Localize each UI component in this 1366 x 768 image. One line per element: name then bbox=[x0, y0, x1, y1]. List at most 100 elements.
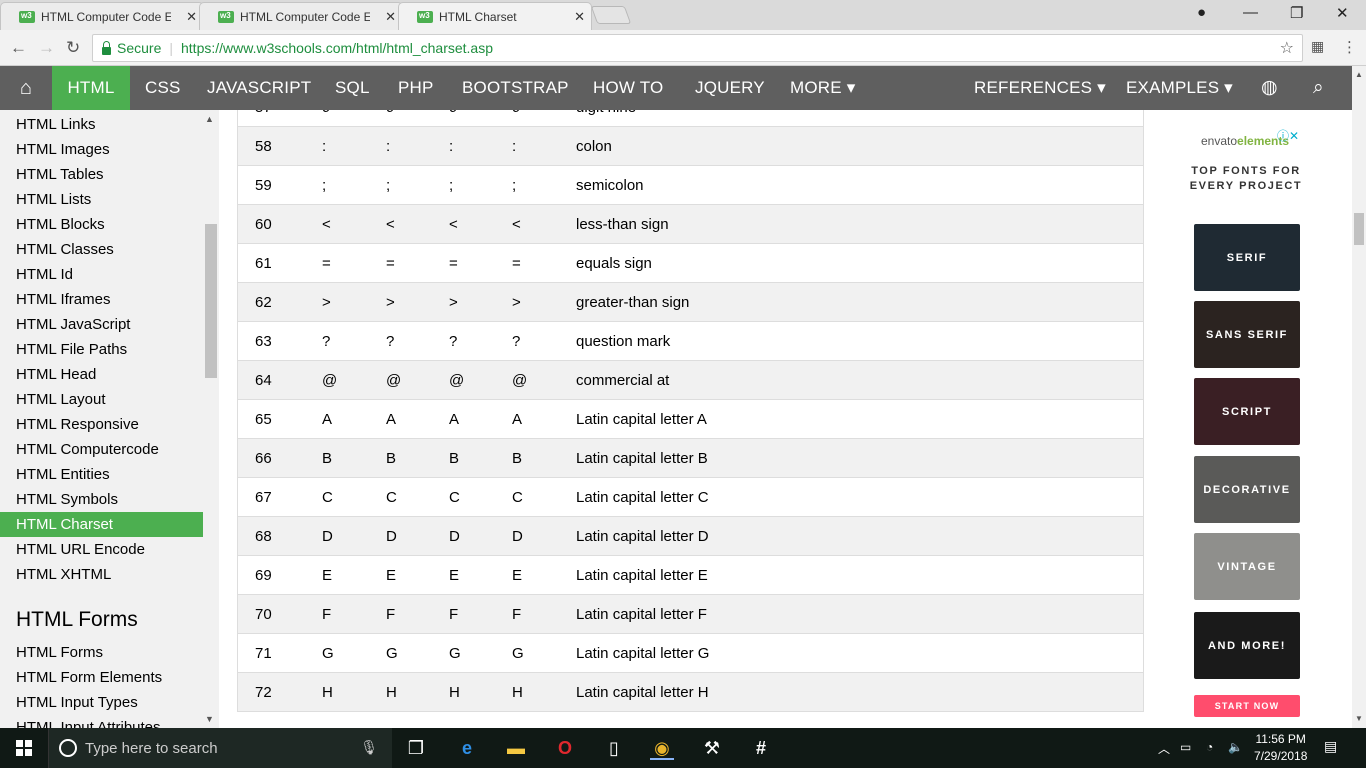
table-cell: = bbox=[322, 255, 331, 272]
sidebar-item[interactable]: HTML Classes bbox=[0, 237, 203, 262]
sidebar-item[interactable]: HTML Layout bbox=[0, 387, 203, 412]
ad-info-icon[interactable]: ⓘ✕ bbox=[1277, 127, 1299, 144]
ad-font-tile[interactable]: SCRIPT bbox=[1194, 378, 1300, 445]
microphone-icon[interactable]: 🎙 bbox=[360, 739, 378, 756]
nav-sql[interactable]: SQL bbox=[335, 66, 370, 110]
bookmark-star-icon[interactable]: ☆ bbox=[1280, 38, 1294, 58]
sidebar-heading: HTML Forms bbox=[16, 608, 138, 631]
nav-javascript[interactable]: JAVASCRIPT bbox=[207, 66, 311, 110]
home-icon[interactable]: ⌂ bbox=[0, 66, 52, 110]
browser-tab[interactable]: HTML Computer Code Ele ✕ bbox=[199, 2, 403, 30]
sidebar-item[interactable]: HTML URL Encode bbox=[0, 537, 203, 562]
windows-start-icon[interactable] bbox=[16, 740, 33, 756]
table-cell: 70 bbox=[255, 606, 272, 623]
table-cell: E bbox=[449, 567, 460, 584]
table-cell: : bbox=[386, 138, 391, 155]
table-cell: 63 bbox=[255, 333, 272, 350]
globe-icon[interactable]: ◍ bbox=[1261, 66, 1278, 110]
url-field[interactable]: Secure | https://www.w3schools.com/html/… bbox=[92, 34, 1303, 62]
maximize-icon[interactable]: ❐ bbox=[1290, 4, 1303, 22]
battery-icon[interactable]: ▭ bbox=[1180, 740, 1191, 754]
sidebar-item[interactable]: HTML JavaScript bbox=[0, 312, 203, 337]
chevron-up-icon[interactable]: ︿ bbox=[1158, 740, 1170, 757]
forward-arrow-icon[interactable]: → bbox=[38, 38, 55, 58]
opera-icon[interactable]: O bbox=[553, 736, 577, 760]
sidebar-item[interactable]: HTML Id bbox=[0, 262, 203, 287]
tools-icon[interactable]: ⚒ bbox=[700, 736, 724, 760]
scroll-down-icon[interactable]: ▼ bbox=[205, 714, 214, 724]
ad-font-tile[interactable]: DECORATIVE bbox=[1194, 456, 1300, 523]
sidebar-item[interactable]: HTML Responsive bbox=[0, 412, 203, 437]
sidebar-item[interactable]: HTML Blocks bbox=[0, 212, 203, 237]
sidebar-item[interactable]: HTML Iframes bbox=[0, 287, 203, 312]
new-tab-button[interactable] bbox=[590, 6, 632, 24]
sidebar-item[interactable]: HTML Computercode bbox=[0, 437, 203, 462]
nav-jquery[interactable]: JQUERY bbox=[695, 66, 765, 110]
nav-bootstrap[interactable]: BOOTSTRAP bbox=[462, 66, 569, 110]
advertisement[interactable]: envatoelements ⓘ✕ TOP FONTS FOR EVERY PR… bbox=[1165, 110, 1352, 728]
separator: | bbox=[169, 40, 173, 56]
back-arrow-icon[interactable]: ← bbox=[10, 38, 27, 58]
chrome-icon[interactable]: ◉ bbox=[650, 736, 674, 760]
volume-icon[interactable]: 🔈 bbox=[1228, 740, 1243, 754]
wifi-icon[interactable]: ◔ bbox=[1206, 740, 1213, 754]
sidebar-item[interactable]: HTML XHTML bbox=[0, 562, 203, 587]
sidebar-item[interactable]: HTML Input Attributes bbox=[0, 715, 203, 728]
nav-how-to[interactable]: HOW TO bbox=[593, 66, 663, 110]
edge-icon[interactable]: e bbox=[455, 736, 479, 760]
ad-font-tile[interactable]: SERIF bbox=[1194, 224, 1300, 291]
extension-icon[interactable]: ▦ bbox=[1311, 38, 1324, 55]
nav-references[interactable]: REFERENCES ▾ bbox=[974, 66, 1106, 110]
nav-html[interactable]: HTML bbox=[52, 66, 130, 110]
minimize-icon[interactable]: — bbox=[1243, 4, 1258, 21]
task-view-icon[interactable]: ❐ bbox=[404, 736, 428, 760]
sidebar-scrollbar-thumb[interactable] bbox=[205, 224, 217, 378]
table-cell: less-than sign bbox=[576, 216, 669, 233]
w3schools-favicon-icon bbox=[19, 11, 35, 23]
close-icon[interactable]: ✕ bbox=[574, 9, 585, 25]
page-scrollbar[interactable] bbox=[1352, 66, 1366, 728]
scroll-down-icon[interactable]: ▼ bbox=[1355, 714, 1363, 723]
window-close-icon[interactable]: ✕ bbox=[1336, 4, 1349, 22]
browser-tab[interactable]: HTML Computer Code Ele ✕ bbox=[0, 2, 204, 30]
menu-dots-icon[interactable]: ⋮ bbox=[1342, 38, 1357, 56]
ad-font-tile[interactable]: AND MORE! bbox=[1194, 612, 1300, 679]
sidebar-item[interactable]: HTML Input Types bbox=[0, 690, 203, 715]
clock[interactable]: 11:56 PM 7/29/2018 bbox=[1254, 731, 1307, 765]
page-scrollbar-thumb[interactable] bbox=[1354, 213, 1364, 245]
notepad-icon[interactable]: ▯ bbox=[602, 736, 626, 760]
scroll-up-icon[interactable]: ▲ bbox=[205, 114, 214, 124]
scroll-up-icon[interactable]: ▲ bbox=[1355, 70, 1363, 79]
close-icon[interactable]: ✕ bbox=[385, 9, 396, 25]
nav-examples[interactable]: EXAMPLES ▾ bbox=[1126, 66, 1233, 110]
sidebar-item[interactable]: HTML Symbols bbox=[0, 487, 203, 512]
sidebar-item[interactable]: HTML Head bbox=[0, 362, 203, 387]
sidebar-item[interactable]: HTML Images bbox=[0, 137, 203, 162]
sidebar-item[interactable]: HTML Forms bbox=[0, 640, 203, 665]
sidebar-item[interactable]: HTML File Paths bbox=[0, 337, 203, 362]
reload-icon[interactable]: ↻ bbox=[66, 38, 80, 58]
table-cell: @ bbox=[386, 372, 402, 389]
close-icon[interactable]: ✕ bbox=[186, 9, 197, 25]
sidebar-item[interactable]: HTML Form Elements bbox=[0, 665, 203, 690]
profile-icon[interactable]: ● bbox=[1197, 4, 1206, 21]
nav-css[interactable]: CSS bbox=[145, 66, 181, 110]
table-cell: : bbox=[449, 138, 454, 155]
sidebar-scrollbar[interactable] bbox=[203, 110, 219, 728]
taskbar-search[interactable]: Type here to search 🎙 bbox=[48, 728, 392, 768]
ad-font-tile[interactable]: VINTAGE bbox=[1194, 533, 1300, 600]
file-explorer-icon[interactable]: ▬ bbox=[504, 736, 528, 760]
ad-font-tile[interactable]: SANS SERIF bbox=[1194, 301, 1300, 368]
start-now-button[interactable]: START NOW bbox=[1194, 695, 1300, 717]
sidebar-item[interactable]: HTML Entities bbox=[0, 462, 203, 487]
search-icon[interactable]: ⌕ bbox=[1313, 66, 1324, 110]
sidebar-item[interactable]: HTML Tables bbox=[0, 162, 203, 187]
slack-icon[interactable]: # bbox=[749, 736, 773, 760]
sidebar-item[interactable]: HTML Charset bbox=[0, 512, 203, 537]
sidebar-item[interactable]: HTML Lists bbox=[0, 187, 203, 212]
browser-tab-active[interactable]: HTML Charset ✕ bbox=[398, 2, 592, 30]
notification-icon[interactable]: ▤ bbox=[1324, 738, 1337, 755]
nav-php[interactable]: PHP bbox=[398, 66, 434, 110]
nav-more[interactable]: MORE ▾ bbox=[790, 66, 855, 110]
sidebar-item[interactable]: HTML Links bbox=[0, 112, 203, 137]
